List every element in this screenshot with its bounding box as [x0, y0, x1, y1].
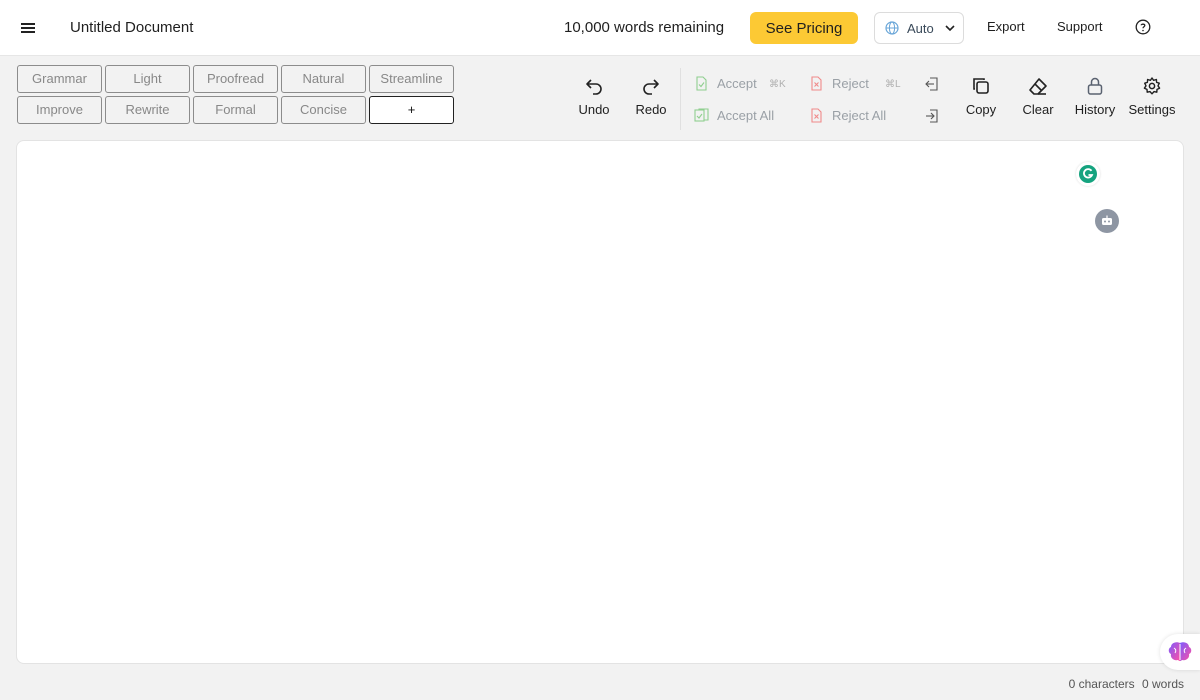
settings-label: Settings: [1128, 102, 1176, 117]
history-button[interactable]: History: [1074, 76, 1116, 117]
hamburger-icon[interactable]: [18, 18, 38, 38]
export-doc-icon[interactable]: [924, 108, 940, 124]
character-count: 0 characters: [1068, 677, 1135, 691]
chip-formal[interactable]: Formal: [193, 96, 278, 124]
clear-button[interactable]: Clear: [1019, 76, 1057, 117]
chip-streamline[interactable]: Streamline: [369, 65, 454, 93]
doc-x-icon: [811, 76, 822, 91]
reject-all-button[interactable]: Reject All: [809, 108, 886, 123]
see-pricing-button[interactable]: See Pricing: [750, 12, 858, 44]
document-stats: 0 characters 0 words: [1065, 677, 1184, 691]
brain-icon: [1168, 642, 1192, 661]
chip-natural[interactable]: Natural: [281, 65, 366, 93]
copy-button[interactable]: Copy: [962, 76, 1000, 117]
redo-icon: [643, 79, 659, 95]
redo-button[interactable]: Redo: [633, 76, 669, 117]
grammarly-icon[interactable]: [1076, 162, 1100, 186]
add-chip-button[interactable]: +: [369, 96, 454, 124]
reject-button[interactable]: Reject: [809, 76, 869, 91]
top-bar: Untitled Document 10,000 words remaining…: [0, 0, 1200, 56]
clear-label: Clear: [1022, 102, 1054, 117]
bot-icon[interactable]: [1095, 209, 1119, 233]
grammarly-logo-icon: [1079, 165, 1097, 183]
document-title[interactable]: Untitled Document: [70, 19, 193, 36]
chip-improve[interactable]: Improve: [17, 96, 102, 124]
word-count: 0 words: [1141, 677, 1184, 691]
language-value: Auto: [907, 20, 934, 36]
chevron-down-icon: [945, 25, 955, 32]
reject-shortcut: ⌘L: [885, 79, 901, 90]
accept-all-label: Accept All: [717, 108, 775, 123]
gear-icon: [1143, 77, 1161, 95]
chip-rewrite[interactable]: Rewrite: [105, 96, 190, 124]
language-select[interactable]: Auto: [874, 12, 964, 44]
undo-button[interactable]: Undo: [576, 76, 612, 117]
accept-label: Accept: [717, 76, 757, 91]
redo-label: Redo: [635, 102, 667, 117]
ai-assistant-button[interactable]: [1160, 634, 1200, 670]
support-link[interactable]: Support: [1057, 19, 1103, 34]
chip-light[interactable]: Light: [105, 65, 190, 93]
chip-concise[interactable]: Concise: [281, 96, 366, 124]
accept-all-button[interactable]: Accept All: [694, 108, 774, 123]
chip-grammar[interactable]: Grammar: [17, 65, 102, 93]
accept-button[interactable]: Accept: [694, 76, 757, 91]
editor-area[interactable]: [16, 140, 1184, 664]
words-remaining: 10,000 words remaining: [548, 12, 741, 44]
globe-icon: [885, 21, 899, 35]
robot-icon: [1102, 215, 1112, 225]
reject-all-label: Reject All: [832, 108, 887, 123]
toolbar-divider: [680, 68, 681, 130]
settings-button[interactable]: Settings: [1128, 76, 1176, 117]
doc-check-all-icon: [694, 108, 709, 122]
eraser-icon: [1029, 78, 1047, 95]
reject-label: Reject: [832, 76, 869, 91]
accept-shortcut: ⌘K: [769, 79, 786, 90]
copy-label: Copy: [965, 102, 997, 117]
doc-check-icon: [696, 76, 707, 91]
chip-proofread[interactable]: Proofread: [193, 65, 278, 93]
history-label: History: [1074, 102, 1116, 117]
import-icon[interactable]: [924, 76, 940, 92]
lock-icon: [1087, 77, 1103, 95]
question-circle-icon[interactable]: [1135, 19, 1151, 35]
export-link[interactable]: Export: [987, 19, 1025, 34]
undo-icon: [586, 79, 602, 95]
doc-x-all-icon: [811, 108, 822, 123]
undo-label: Undo: [578, 102, 610, 117]
copy-icon: [973, 78, 989, 94]
